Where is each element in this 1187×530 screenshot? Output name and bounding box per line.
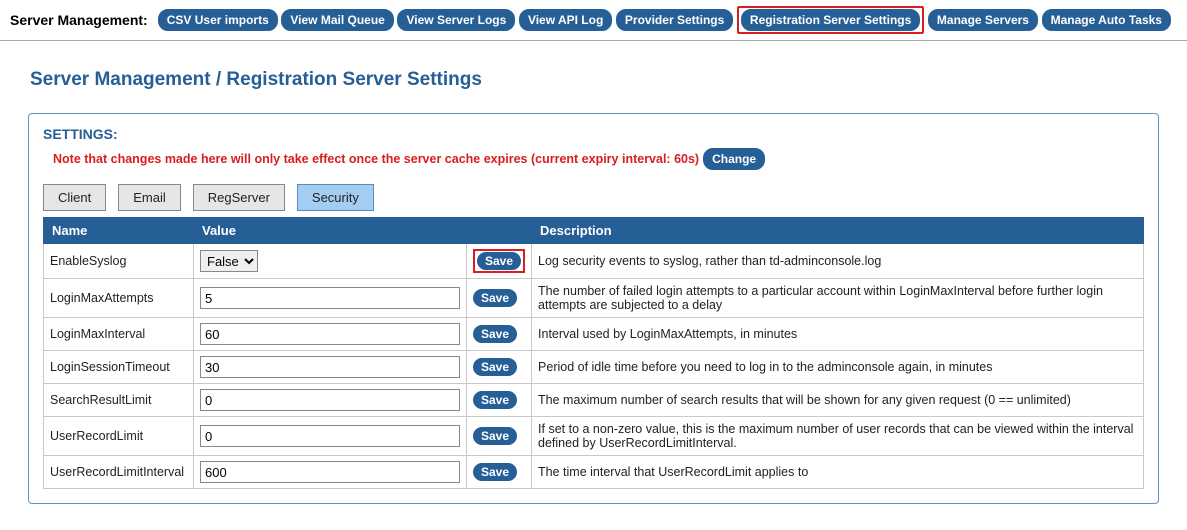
table-row: LoginMaxAttempts Save The number of failed…: [44, 279, 1144, 318]
col-header-value: Value: [194, 218, 532, 244]
content-area: Server Management / Registration Server …: [0, 41, 1187, 514]
tab-regserver[interactable]: RegServer: [193, 184, 285, 211]
nav-link-view-server-logs[interactable]: View Server Logs: [397, 9, 515, 31]
col-header-desc: Description: [532, 218, 1144, 244]
setting-value-cell: [194, 351, 467, 384]
setting-value-cell: [194, 318, 467, 351]
save-cell: Save: [467, 417, 532, 456]
setting-description: If set to a non-zero value, this is the …: [532, 417, 1144, 456]
save-button[interactable]: Save: [473, 358, 517, 376]
setting-value-cell: [194, 384, 467, 417]
table-row: SearchResultLimit Save The maximum number …: [44, 384, 1144, 417]
nav-link-highlight: Registration Server Settings: [737, 6, 924, 34]
tab-email[interactable]: Email: [118, 184, 181, 211]
save-button[interactable]: Save: [473, 289, 517, 307]
nav-link-registration-server-settings[interactable]: Registration Server Settings: [741, 9, 920, 31]
setting-input-loginmaxattempts[interactable]: [200, 287, 460, 309]
save-button[interactable]: Save: [477, 252, 521, 270]
tabs: Client Email RegServer Security: [43, 184, 1144, 211]
setting-description: The number of failed login attempts to a…: [532, 279, 1144, 318]
setting-value-cell: FalseTrue: [194, 244, 467, 279]
nav-link-manage-auto-tasks[interactable]: Manage Auto Tasks: [1042, 9, 1171, 31]
table-row: LoginMaxInterval Save Interval used by Log…: [44, 318, 1144, 351]
save-button[interactable]: Save: [473, 391, 517, 409]
nav-link-view-api-log[interactable]: View API Log: [519, 9, 612, 31]
save-cell: Save: [467, 384, 532, 417]
note-line: Note that changes made here will only ta…: [53, 148, 1144, 170]
table-row: LoginSessionTimeout Save Period of idle ti…: [44, 351, 1144, 384]
topbar-label: Server Management:: [10, 12, 148, 28]
tab-security[interactable]: Security: [297, 184, 374, 211]
save-cell: Save: [467, 351, 532, 384]
setting-name: LoginMaxInterval: [44, 318, 194, 351]
setting-input-searchresultlimit[interactable]: [200, 389, 460, 411]
setting-description: Period of idle time before you need to l…: [532, 351, 1144, 384]
tab-client[interactable]: Client: [43, 184, 106, 211]
setting-value-cell: [194, 417, 467, 456]
setting-value-cell: [194, 456, 467, 489]
table-row: UserRecordLimit Save If set to a non-zero …: [44, 417, 1144, 456]
setting-description: Log security events to syslog, rather th…: [532, 244, 1144, 279]
setting-name: LoginSessionTimeout: [44, 351, 194, 384]
setting-value-cell: [194, 279, 467, 318]
save-button[interactable]: Save: [473, 325, 517, 343]
settings-table: Name Value Description EnableSyslog False…: [43, 217, 1144, 489]
page-title: Server Management / Registration Server …: [30, 69, 1159, 91]
panel-header: SETTINGS:: [43, 126, 1144, 142]
setting-input-loginmaxinterval[interactable]: [200, 323, 460, 345]
table-header-row: Name Value Description: [44, 218, 1144, 244]
setting-input-userrecordlimit[interactable]: [200, 425, 460, 447]
save-cell: Save: [467, 244, 532, 279]
setting-name: LoginMaxAttempts: [44, 279, 194, 318]
nav-link-csv-user-imports[interactable]: CSV User imports: [158, 9, 278, 31]
setting-select-enablesyslog[interactable]: FalseTrue: [200, 250, 258, 272]
setting-input-loginsessiontimeout[interactable]: [200, 356, 460, 378]
note-text: Note that changes made here will only ta…: [53, 152, 699, 166]
setting-name: UserRecordLimitInterval: [44, 456, 194, 489]
change-button[interactable]: Change: [703, 148, 765, 170]
save-cell: Save: [467, 456, 532, 489]
save-cell: Save: [467, 318, 532, 351]
setting-description: The maximum number of search results tha…: [532, 384, 1144, 417]
topbar: Server Management: CSV User imports View…: [0, 0, 1187, 41]
setting-name: UserRecordLimit: [44, 417, 194, 456]
save-button-highlight: Save: [473, 249, 525, 273]
save-button[interactable]: Save: [473, 427, 517, 445]
nav-link-view-mail-queue[interactable]: View Mail Queue: [281, 9, 393, 31]
save-cell: Save: [467, 279, 532, 318]
table-row: UserRecordLimitInterval Save The time inte…: [44, 456, 1144, 489]
table-row: EnableSyslog FalseTrue Save Log security ev…: [44, 244, 1144, 279]
setting-name: EnableSyslog: [44, 244, 194, 279]
setting-input-userrecordlimitinterval[interactable]: [200, 461, 460, 483]
settings-panel: SETTINGS: Note that changes made here wi…: [28, 113, 1159, 504]
setting-description: Interval used by LoginMaxAttempts, in mi…: [532, 318, 1144, 351]
nav-link-manage-servers[interactable]: Manage Servers: [928, 9, 1038, 31]
nav-link-provider-settings[interactable]: Provider Settings: [616, 9, 733, 31]
save-button[interactable]: Save: [473, 463, 517, 481]
col-header-name: Name: [44, 218, 194, 244]
setting-name: SearchResultLimit: [44, 384, 194, 417]
setting-description: The time interval that UserRecordLimit a…: [532, 456, 1144, 489]
